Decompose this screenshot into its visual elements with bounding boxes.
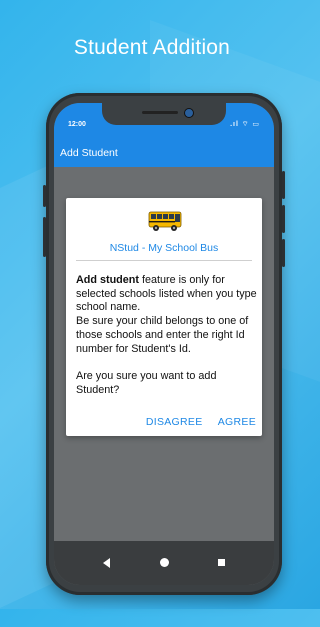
app-bar-title: Add Student — [60, 147, 118, 159]
phone-side-button — [282, 239, 285, 267]
home-icon[interactable] — [160, 558, 169, 567]
phone-frame: 12:00 .ıl ⌔ ▭ Add Student NStud - My Sch… — [43, 93, 285, 595]
dialog-title: NStud - My School Bus — [109, 242, 219, 254]
phone-side-button — [43, 217, 46, 257]
phone-side-button — [43, 185, 46, 207]
dialog-divider — [76, 260, 252, 261]
back-icon[interactable] — [103, 558, 110, 568]
status-icons: .ıl ⌔ ▭ — [230, 121, 260, 128]
dialog-message-bold: Add student — [76, 274, 139, 286]
page-headline: Student Addition — [73, 36, 231, 59]
dialog-actions: DISAGREE AGREE — [134, 416, 256, 428]
dialog-message-line2: Be sure your child belongs to one of tho… — [76, 315, 249, 355]
dialog-message-line3: Are you sure you want to add Student? — [76, 370, 217, 396]
confirm-dialog: NStud - My School Bus Add student featur… — [66, 198, 262, 436]
disagree-button[interactable]: DISAGREE — [146, 416, 203, 428]
phone-screen: 12:00 .ıl ⌔ ▭ Add Student NStud - My Sch… — [54, 103, 274, 585]
speaker — [142, 111, 178, 114]
phone-side-button — [282, 171, 285, 199]
navigation-bar — [54, 541, 274, 585]
phone-notch — [102, 103, 226, 125]
status-time: 12:00 — [68, 121, 86, 128]
recent-apps-icon[interactable] — [218, 559, 225, 566]
school-bus-icon — [148, 211, 182, 231]
camera-icon — [184, 108, 194, 118]
phone-side-button — [282, 205, 285, 233]
dialog-message: Add student feature is only for selected… — [76, 274, 258, 398]
agree-button[interactable]: AGREE — [218, 416, 256, 428]
app-bar: Add Student — [54, 139, 274, 167]
